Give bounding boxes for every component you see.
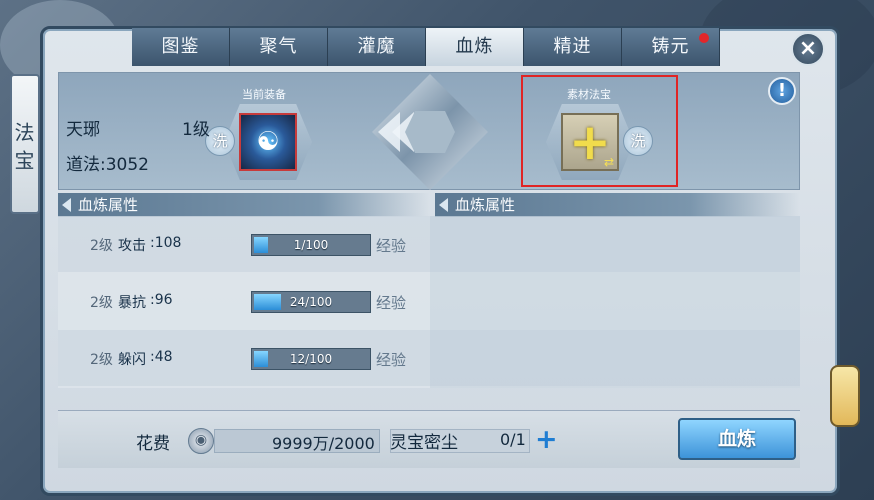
tab-blood-refine[interactable]: 血炼 xyxy=(426,28,524,66)
info-icon: ! xyxy=(777,80,787,101)
experience-label: 经验 xyxy=(376,351,407,369)
experience-bar: 24/100 xyxy=(251,291,371,313)
experience-bar: 12/100 xyxy=(251,348,371,370)
material-name: 灵宝密尘 xyxy=(390,433,458,453)
left-attribute-header: 血炼属性 xyxy=(58,193,430,217)
tab-atlas[interactable]: 图鉴 xyxy=(132,28,230,66)
attribute-level: 2级 xyxy=(90,352,113,368)
cost-value: 9999万/2000 xyxy=(272,434,375,453)
attribute-level: 2级 xyxy=(90,295,113,311)
add-material-button[interactable]: + xyxy=(535,424,558,455)
lantern-deco xyxy=(830,365,860,427)
tab-cast-element[interactable]: 铸元 xyxy=(622,28,720,66)
attribute-name: 躲闪 xyxy=(118,352,146,368)
attribute-name: 暴抗 xyxy=(118,295,146,311)
right-attribute-header: 血炼属性 xyxy=(435,193,800,217)
experience-label: 经验 xyxy=(376,294,407,312)
material-highlight-box xyxy=(521,75,678,187)
tab-infuse-demon[interactable]: 灌魔 xyxy=(328,28,426,66)
tab-cast-element-label: 铸元 xyxy=(651,36,690,57)
coin-icon: ◉ xyxy=(188,428,214,454)
attribute-value: :96 xyxy=(150,292,173,308)
tab-refine[interactable]: 精进 xyxy=(524,28,622,66)
material-count: 0/1 xyxy=(500,430,526,449)
info-button[interactable]: ! xyxy=(768,77,796,105)
blood-refine-button[interactable]: 血炼 xyxy=(678,418,796,460)
experience-bar: 1/100 xyxy=(251,234,371,256)
equipment-name: 天琊 xyxy=(66,120,100,140)
current-equipment-icon[interactable]: ☯ xyxy=(239,113,297,171)
equipment-level: 1级 xyxy=(182,120,210,140)
attribute-level: 2级 xyxy=(90,238,113,254)
center-diamond-inner xyxy=(405,111,455,153)
close-icon: × xyxy=(798,36,818,61)
notification-dot xyxy=(699,33,709,43)
close-button[interactable]: × xyxy=(791,32,825,66)
attribute-value: :48 xyxy=(150,349,173,365)
experience-progress-text: 12/100 xyxy=(289,352,333,366)
tab-bar: 图鉴 聚气 灌魔 血炼 精进 铸元 xyxy=(132,28,720,66)
side-title-scroll: 法宝 xyxy=(10,74,40,214)
experience-label: 经验 xyxy=(376,237,407,255)
experience-progress-text: 24/100 xyxy=(289,295,333,309)
cost-label: 花费 xyxy=(136,434,170,454)
attribute-value: :108 xyxy=(150,235,182,251)
tab-gather-qi[interactable]: 聚气 xyxy=(230,28,328,66)
attribute-name: 攻击 xyxy=(118,238,146,254)
current-equipment-caption: 当前装备 xyxy=(242,88,286,101)
experience-progress-text: 1/100 xyxy=(293,238,329,252)
equipment-dao: 道法:3052 xyxy=(66,155,149,175)
